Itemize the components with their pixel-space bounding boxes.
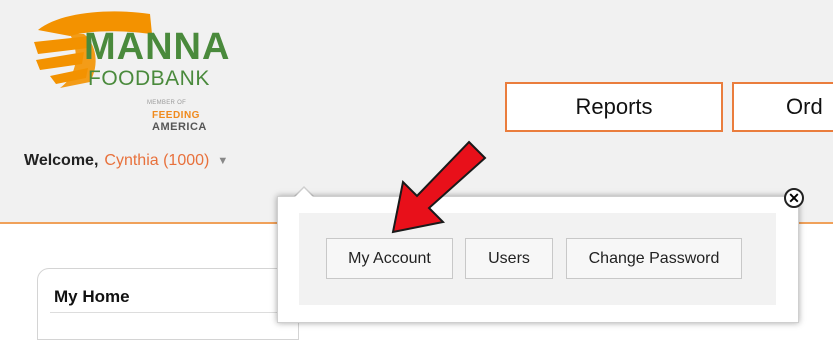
- change-password-button[interactable]: Change Password: [566, 238, 742, 279]
- welcome-row[interactable]: Welcome, Cynthia (1000) ▼: [24, 150, 228, 172]
- brand-name: MANNA: [84, 26, 231, 68]
- home-divider: [50, 312, 290, 313]
- orders-button[interactable]: Ord: [732, 82, 833, 132]
- annotation-arrow-icon: [391, 140, 487, 234]
- user-menu-link[interactable]: Cynthia (1000): [104, 152, 209, 170]
- home-title: My Home: [54, 287, 130, 306]
- chevron-down-icon[interactable]: ▼: [217, 155, 228, 167]
- feeding-america-logo-feeding: FEEDING: [152, 110, 200, 121]
- brand-subtitle: FOODBANK: [88, 67, 210, 90]
- reports-button[interactable]: Reports: [505, 82, 723, 132]
- popup-pointer-fill: [294, 188, 314, 198]
- welcome-label: Welcome,: [24, 152, 99, 169]
- feeding-america-logo-america: AMERICA: [152, 121, 207, 133]
- users-button[interactable]: Users: [465, 238, 553, 279]
- close-icon[interactable]: ✕: [784, 188, 804, 208]
- my-account-button[interactable]: My Account: [326, 238, 453, 279]
- member-of-text: MEMBER OF: [147, 100, 187, 106]
